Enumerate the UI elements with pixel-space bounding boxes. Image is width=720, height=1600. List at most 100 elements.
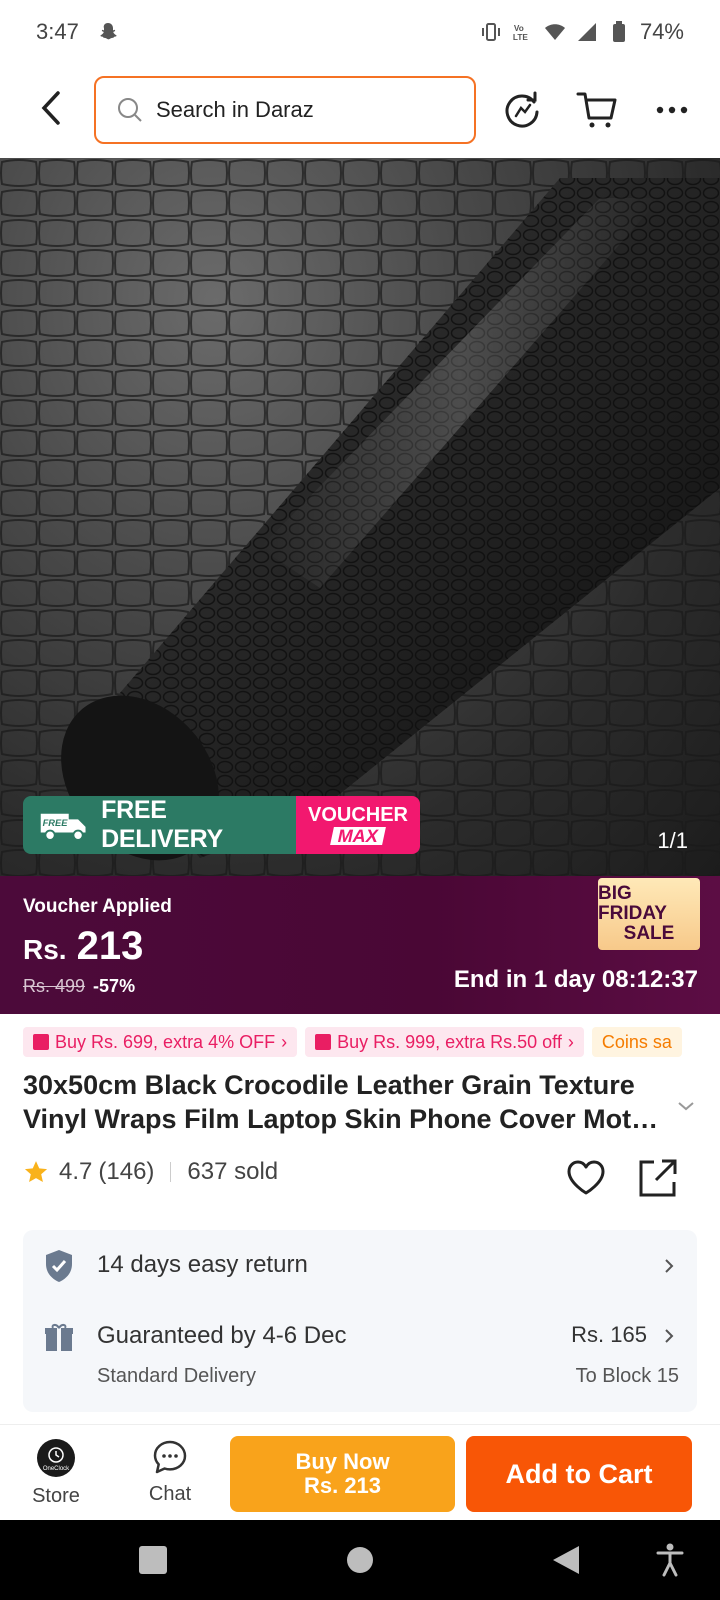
voucher-tag-icon bbox=[315, 1034, 332, 1050]
add-to-cart-label: Add to Cart bbox=[505, 1458, 653, 1489]
expand-title-chevron-icon[interactable] bbox=[674, 1094, 698, 1118]
more-icon bbox=[656, 106, 688, 114]
share-refresh-icon bbox=[505, 91, 539, 128]
voucher-label: VOUCHER bbox=[307, 804, 408, 826]
accessibility-button[interactable] bbox=[650, 1540, 690, 1580]
promo-chip-label: Buy Rs. 999, extra Rs.50 off bbox=[337, 1031, 562, 1052]
promo-banner: FREE FREE DELIVERY VOUCHER MAX bbox=[23, 796, 420, 854]
chevron-right-icon bbox=[665, 1259, 674, 1273]
vibrate-icon bbox=[480, 21, 502, 43]
volte-icon: Vo LTE bbox=[512, 21, 534, 43]
delivery-location: To Block 15 bbox=[575, 1365, 679, 1387]
back-icon bbox=[41, 91, 60, 125]
back-nav-button[interactable] bbox=[546, 1540, 586, 1580]
delivery-guarantee-label: Guaranteed by 4-6 Dec bbox=[97, 1322, 347, 1349]
search-input[interactable]: Search in Daraz bbox=[94, 76, 476, 144]
rating-value: 4.7 bbox=[59, 1158, 93, 1185]
big-friday-sale-badge: BIG FRIDAY SALE bbox=[598, 878, 700, 950]
home-button[interactable] bbox=[340, 1540, 380, 1580]
buy-now-button[interactable]: Buy Now Rs. 213 bbox=[230, 1436, 455, 1512]
sold-count: 637 sold bbox=[187, 1158, 279, 1185]
image-counter: 1/1 bbox=[657, 828, 688, 853]
system-nav-bar bbox=[0, 1520, 720, 1600]
divider bbox=[170, 1162, 172, 1182]
search-header: Search in Daraz bbox=[0, 64, 720, 158]
delivery-row[interactable]: Guaranteed by 4-6 Dec Standard Delivery … bbox=[23, 1302, 697, 1412]
recents-button[interactable] bbox=[133, 1540, 173, 1580]
promo-chip[interactable]: Buy Rs. 699, extra 4% OFF › bbox=[23, 1027, 298, 1057]
snapchat-icon bbox=[97, 21, 119, 43]
promo-chip[interactable]: Buy Rs. 999, extra Rs.50 off › bbox=[305, 1027, 584, 1057]
voucher-max-badge: VOUCHER MAX bbox=[296, 796, 420, 854]
current-price: Rs. 213 bbox=[23, 924, 143, 969]
badge-line2: SALE bbox=[623, 922, 675, 944]
chat-icon bbox=[153, 1440, 187, 1474]
package-icon bbox=[43, 1322, 75, 1354]
original-price-row: Rs. 499 -57% bbox=[23, 976, 135, 997]
free-tag: FREE bbox=[43, 818, 69, 828]
promo-chip-label: Buy Rs. 699, extra 4% OFF bbox=[55, 1031, 276, 1052]
status-bar: 3:47 Vo LTE 74% bbox=[0, 0, 720, 64]
buy-now-price: Rs. 213 bbox=[303, 1473, 382, 1498]
recents-square-icon bbox=[139, 1546, 167, 1574]
free-delivery-badge: FREE FREE DELIVERY bbox=[23, 796, 296, 854]
delivery-fee: Rs. 165 bbox=[571, 1322, 647, 1347]
share-refresh-button[interactable] bbox=[498, 86, 546, 134]
wifi-icon bbox=[544, 21, 566, 43]
chevron-right-icon bbox=[665, 1329, 674, 1343]
store-button[interactable]: OneClock Store bbox=[18, 1435, 94, 1511]
search-placeholder: Search in Daraz bbox=[156, 97, 314, 122]
free-delivery-label: FREE DELIVERY bbox=[101, 796, 223, 853]
store-label: Store bbox=[32, 1485, 80, 1507]
chat-button[interactable]: Chat bbox=[130, 1435, 210, 1511]
chevron-right-icon: › bbox=[281, 1031, 288, 1052]
service-card: 14 days easy return Guaranteed by 4-6 De… bbox=[23, 1230, 697, 1412]
chat-label: Chat bbox=[148, 1483, 192, 1505]
voucher-tag-icon bbox=[33, 1034, 49, 1050]
coins-chip[interactable]: Coins sa bbox=[591, 1027, 682, 1057]
return-policy-row[interactable]: 14 days easy return bbox=[23, 1230, 697, 1302]
return-policy-label: 14 days easy return bbox=[97, 1251, 308, 1278]
price-currency: Rs. bbox=[23, 934, 67, 965]
wishlist-heart-icon[interactable] bbox=[564, 1156, 608, 1200]
store-logo-text: OneClock bbox=[43, 1466, 70, 1472]
add-to-cart-button[interactable]: Add to Cart bbox=[466, 1436, 692, 1512]
store-avatar: OneClock bbox=[37, 1439, 75, 1477]
svg-text:LTE: LTE bbox=[513, 33, 528, 42]
battery-percent: 74% bbox=[639, 19, 684, 44]
delivery-truck-icon: FREE bbox=[40, 813, 86, 841]
signal-icon bbox=[576, 21, 598, 43]
product-image[interactable]: FREE FREE DELIVERY VOUCHER MAX 1/1 bbox=[0, 158, 720, 876]
cart-icon bbox=[576, 92, 617, 128]
chevron-right-icon: › bbox=[567, 1031, 574, 1052]
status-time: 3:47 bbox=[36, 19, 79, 44]
review-count: (146) bbox=[98, 1158, 155, 1185]
rating-row[interactable]: 4.7 (146) 637 sold bbox=[23, 1158, 278, 1186]
badge-line1: BIG FRIDAY bbox=[598, 883, 667, 925]
back-button[interactable] bbox=[30, 86, 74, 130]
more-button[interactable] bbox=[648, 86, 696, 134]
discount-percent: -57% bbox=[93, 976, 136, 996]
store-logo-icon: OneClock bbox=[43, 1447, 70, 1472]
original-price: Rs. 499 bbox=[23, 976, 86, 996]
price-value: 213 bbox=[76, 924, 144, 968]
delivery-type-label: Standard Delivery bbox=[97, 1365, 256, 1387]
search-icon bbox=[118, 98, 142, 122]
promo-chip-label: Coins sa bbox=[601, 1031, 672, 1052]
voucher-applied-label: Voucher Applied bbox=[23, 896, 172, 917]
product-title: 30x50cm Black Crocodile Leather Grain Te… bbox=[23, 1070, 659, 1134]
svg-text:Vo: Vo bbox=[514, 24, 524, 33]
sale-countdown: End in 1 day 08:12:37 bbox=[453, 966, 698, 993]
accessibility-icon bbox=[656, 1543, 684, 1577]
home-circle-icon bbox=[347, 1547, 373, 1573]
cart-button[interactable] bbox=[574, 86, 622, 134]
bottom-action-bar: OneClock Store Chat Buy Now Rs. 213 Add … bbox=[0, 1424, 720, 1520]
crocodile-leather-roll-image bbox=[0, 158, 720, 876]
price-bar: Voucher Applied Rs. 213 Rs. 499 -57% BIG… bbox=[0, 876, 720, 1014]
voucher-max-label: MAX bbox=[330, 826, 386, 846]
share-icon[interactable] bbox=[636, 1156, 680, 1200]
battery-icon bbox=[608, 21, 630, 43]
shield-check-icon bbox=[43, 1250, 75, 1282]
back-triangle-icon bbox=[553, 1546, 579, 1574]
star-icon bbox=[24, 1161, 48, 1182]
